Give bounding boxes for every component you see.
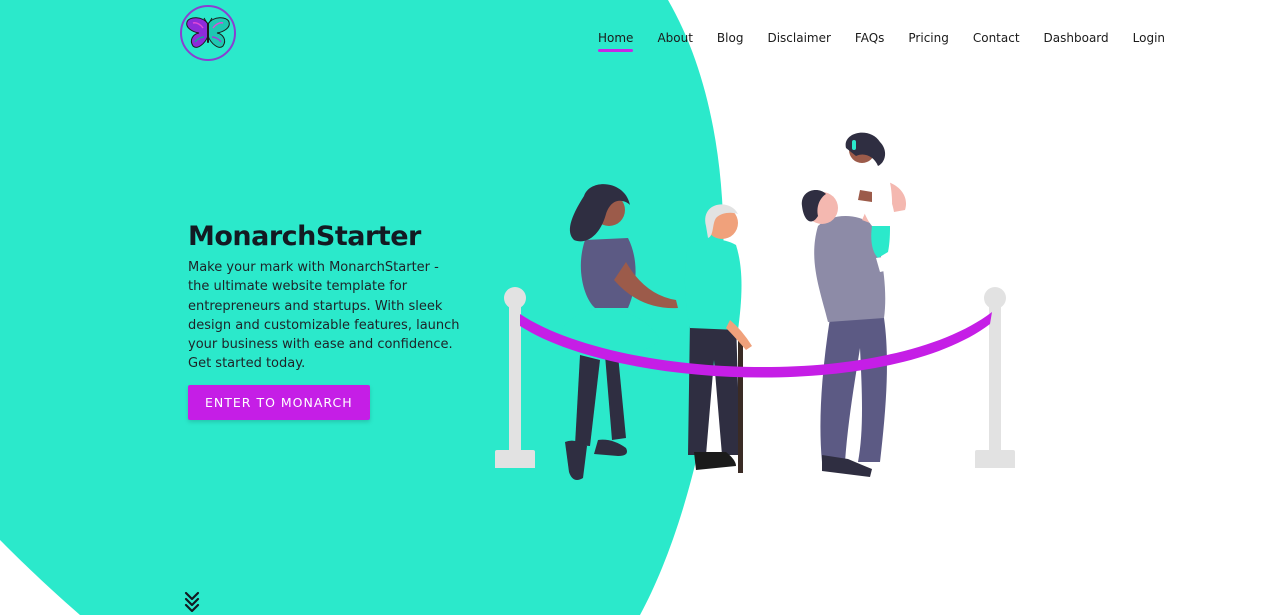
father-figure xyxy=(801,180,907,477)
hero-section: MonarchStarter Make your mark with Monar… xyxy=(188,220,468,420)
elderly-man-figure xyxy=(684,204,752,473)
nav-item-about[interactable]: About xyxy=(657,30,692,46)
nav-item-dashboard[interactable]: Dashboard xyxy=(1044,30,1109,46)
main-navigation: Home About Blog Disclaimer FAQs Pricing … xyxy=(598,30,1165,52)
left-stanchion xyxy=(495,287,535,468)
nav-item-pricing[interactable]: Pricing xyxy=(908,30,948,46)
right-stanchion xyxy=(975,287,1015,468)
hero-title: MonarchStarter xyxy=(188,221,421,252)
enter-cta-button[interactable]: ENTER TO MONARCH xyxy=(188,384,370,420)
nav-item-faqs[interactable]: FAQs xyxy=(855,30,885,46)
nav-item-contact[interactable]: Contact xyxy=(973,30,1020,46)
hero-description: Make your mark with MonarchStarter - the… xyxy=(188,260,460,372)
nav-item-blog[interactable]: Blog xyxy=(717,30,744,46)
double-chevron-down-icon[interactable] xyxy=(183,590,201,612)
woman-figure xyxy=(560,184,678,480)
people-at-rope-barrier-illustration xyxy=(495,132,1015,480)
nav-item-disclaimer[interactable]: Disclaimer xyxy=(767,30,830,46)
butterfly-icon xyxy=(186,17,230,48)
site-logo[interactable] xyxy=(180,5,236,61)
nav-item-home[interactable]: Home xyxy=(598,30,634,52)
nav-item-login[interactable]: Login xyxy=(1133,30,1165,46)
